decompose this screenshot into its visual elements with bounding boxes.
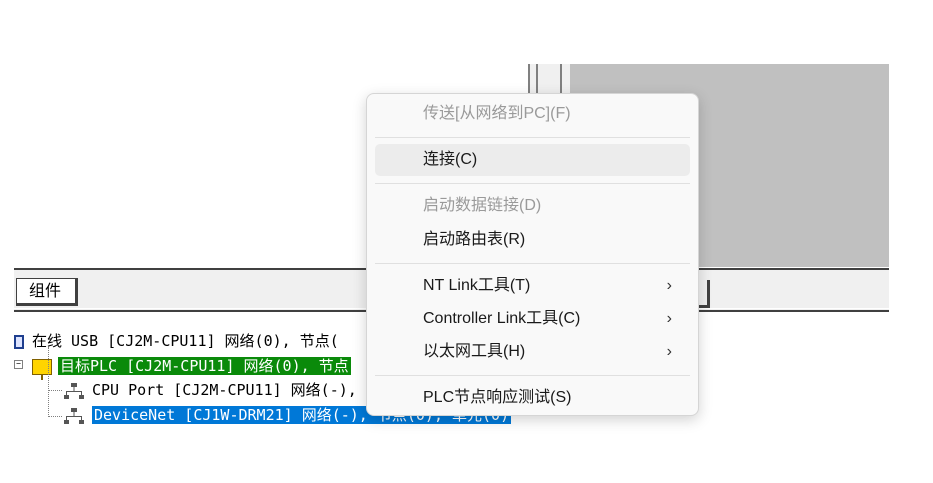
tree-item-cpu-port-label: CPU Port [CJ2M-CPU11] 网络(-), — [92, 381, 357, 399]
pc-icon — [14, 334, 24, 349]
menu-item-ethernet-tools[interactable]: 以太网工具(H) › — [375, 336, 690, 368]
context-menu: 传送[从网络到PC](F) 连接(C) 启动数据链接(D) 启动路由表(R) N… — [366, 93, 699, 416]
tree-item-cpu-port[interactable]: CPU Port [CJ2M-CPU11] 网络(-), — [64, 379, 357, 401]
chevron-right-icon: › — [666, 343, 672, 360]
menu-separator — [375, 183, 690, 184]
tree-connector — [48, 347, 49, 417]
menu-item-nt-link-tools[interactable]: NT Link工具(T) › — [375, 270, 690, 302]
menu-item-label: NT Link工具(T) — [423, 277, 531, 294]
menu-item-label: 以太网工具(H) — [423, 343, 526, 360]
menu-item-controller-link-tools[interactable]: Controller Link工具(C) › — [375, 303, 690, 335]
menu-item-connect[interactable]: 连接(C) — [375, 144, 690, 176]
tab-components[interactable]: 组件 — [16, 278, 78, 306]
tree-connector — [48, 390, 62, 391]
menu-item-label: Controller Link工具(C) — [423, 310, 581, 327]
tree-item-online-label: 在线 USB [CJ2M-CPU11] 网络(0), 节点( — [32, 332, 339, 350]
menu-separator — [375, 263, 690, 264]
menu-item-transfer-from-network[interactable]: 传送[从网络到PC](F) — [375, 98, 690, 130]
chevron-right-icon: › — [666, 277, 672, 294]
tree-connector — [48, 416, 62, 417]
network-icon — [64, 407, 84, 424]
menu-item-plc-node-response-test[interactable]: PLC节点响应测试(S) — [375, 382, 690, 414]
menu-separator — [375, 375, 690, 376]
menu-item-start-data-link[interactable]: 启动数据链接(D) — [375, 190, 690, 222]
tree-item-target-plc[interactable]: 目标PLC [CJ2M-CPU11] 网络(0), 节点 — [14, 355, 351, 380]
network-icon — [64, 382, 84, 399]
menu-separator — [375, 137, 690, 138]
plc-icon — [32, 358, 52, 380]
tree-item-online[interactable]: 在线 USB [CJ2M-CPU11] 网络(0), 节点( — [14, 330, 339, 352]
menu-item-start-routing-table[interactable]: 启动路由表(R) — [375, 224, 690, 256]
tree-item-target-plc-label: 目标PLC [CJ2M-CPU11] 网络(0), 节点 — [58, 357, 351, 375]
chevron-right-icon: › — [666, 310, 672, 327]
